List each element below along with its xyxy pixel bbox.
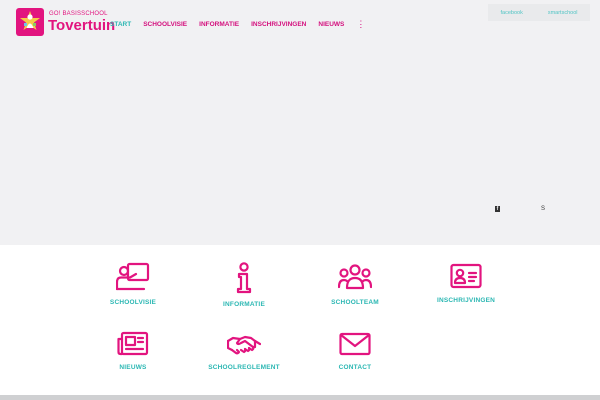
tile-schoolteam[interactable]: SCHOOLTEAM (300, 262, 410, 306)
facebook-link[interactable]: facebook (501, 10, 523, 16)
smartschool-link[interactable]: smartschool (548, 10, 578, 16)
tile-label: SCHOOLTEAM (331, 299, 379, 306)
nav-item-start[interactable]: START (110, 21, 131, 28)
tile-inschrijvingen[interactable]: INSCHRIJVINGEN (411, 262, 521, 304)
tile-label: INFORMATIE (223, 301, 265, 308)
nav-item-nieuws[interactable]: NIEUWS (318, 21, 344, 28)
tile-schoolvisie[interactable]: SCHOOLVISIE (78, 262, 188, 306)
team-icon (338, 264, 372, 290)
nav-item-informatie[interactable]: INFORMATIE (199, 21, 239, 28)
tile-label: CONTACT (338, 364, 372, 371)
tile-informatie[interactable]: INFORMATIE (189, 262, 299, 308)
facebook-icon[interactable]: f (495, 206, 500, 212)
smartschool-icon[interactable]: S (541, 206, 545, 212)
tile-label: NIEUWS (119, 364, 147, 371)
footer-strip (0, 395, 600, 400)
info-icon (236, 262, 252, 294)
page: GO! BASISSCHOOL Tovertuin START SCHOOLVI… (0, 0, 600, 400)
hero-banner: GO! BASISSCHOOL Tovertuin START SCHOOLVI… (0, 0, 600, 245)
main-nav: START SCHOOLVISIE INFORMATIE INSCHRIJVIN… (110, 17, 365, 31)
id-card-icon (450, 263, 482, 289)
tile-schoolreglement[interactable]: SCHOOLREGLEMENT (189, 331, 299, 371)
logo-name: Tovertuin (48, 17, 116, 34)
school-logo[interactable]: GO! BASISSCHOOL Tovertuin (16, 8, 115, 36)
hero-social-icons: f S (495, 206, 545, 212)
tile-label: SCHOOLREGLEMENT (208, 364, 280, 371)
nav-item-inschrijvingen[interactable]: INSCHRIJVINGEN (251, 21, 306, 28)
tile-nieuws[interactable]: NIEUWS (78, 331, 188, 371)
newspaper-icon (117, 331, 149, 356)
tile-label: SCHOOLVISIE (109, 299, 157, 306)
presentation-icon (116, 262, 150, 291)
handshake-icon (227, 335, 261, 355)
tile-contact[interactable]: CONTACT (300, 331, 410, 371)
logo-badge-icon (16, 8, 44, 36)
mail-icon (339, 332, 371, 356)
tile-label: INSCHRIJVINGEN (436, 297, 496, 304)
nav-item-schoolvisie[interactable]: SCHOOLVISIE (143, 21, 187, 28)
more-menu-icon[interactable]: ⋮ (356, 19, 365, 29)
social-links-bar: facebook smartschool (488, 4, 590, 21)
